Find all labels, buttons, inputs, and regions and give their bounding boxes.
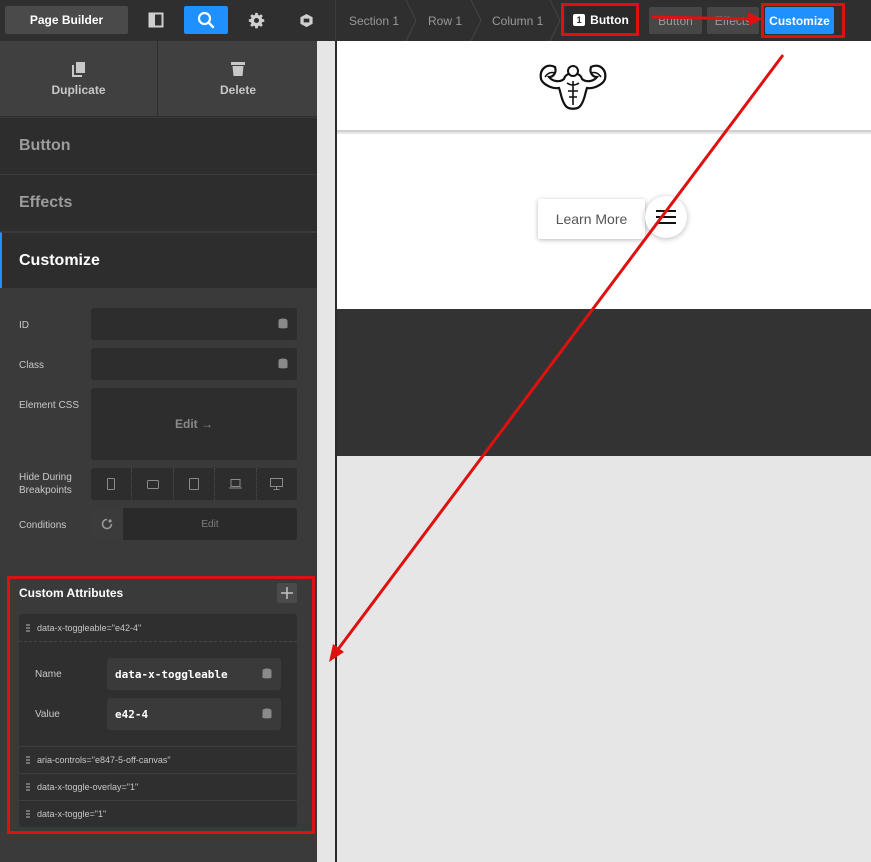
menu-toggle-button[interactable]: [645, 196, 687, 238]
duplicate-label: Duplicate: [51, 83, 106, 97]
add-attribute-button[interactable]: [277, 583, 297, 603]
delete-label: Delete: [219, 83, 257, 97]
breakpoint-sm-toggle[interactable]: [132, 468, 174, 500]
tab-button[interactable]: Button: [649, 7, 702, 34]
drag-handle-icon[interactable]: [26, 755, 30, 765]
conditions-label: Conditions: [19, 520, 67, 531]
drag-handle-icon[interactable]: [26, 809, 30, 819]
inspector-panel: Duplicate Delete Button Effects Customiz…: [0, 41, 317, 862]
preview-header: [337, 41, 871, 132]
attribute-row[interactable]: aria-controls="e847-5-off-canvas": [19, 746, 297, 773]
conditions-edit-button[interactable]: Edit: [123, 508, 297, 540]
breadcrumb-separator: [470, 0, 482, 41]
breadcrumb-button-label: Button: [590, 13, 629, 27]
breakpoint-lg-toggle[interactable]: [215, 468, 257, 500]
desktop-icon: [270, 478, 284, 490]
learn-more-button[interactable]: Learn More: [538, 199, 645, 239]
trash-icon: [231, 62, 245, 76]
duplicate-button[interactable]: Duplicate: [0, 41, 158, 117]
attribute-name-value: data-x-toggleable: [115, 667, 228, 681]
attribute-summary: data-x-toggle-overlay="1": [37, 782, 139, 792]
custom-attributes-title: Custom Attributes: [19, 586, 124, 600]
section-tab-button[interactable]: Button: [0, 118, 317, 174]
breakpoint-md-toggle[interactable]: [174, 468, 216, 500]
attribute-name-input[interactable]: data-x-toggleable: [107, 658, 281, 690]
breadcrumb-separator: [405, 0, 417, 41]
phone-landscape-icon: [146, 479, 159, 489]
toolbar-divider: [335, 0, 336, 41]
attribute-summary: aria-controls="e847-5-off-canvas": [37, 755, 171, 765]
attribute-row[interactable]: data-x-toggle="1": [19, 800, 297, 827]
breadcrumb-section[interactable]: Section 1: [349, 0, 399, 41]
attribute-row[interactable]: data-x-toggle-overlay="1": [19, 773, 297, 800]
layout-icon[interactable]: [134, 6, 178, 34]
breadcrumb-row[interactable]: Row 1: [428, 0, 462, 41]
page-preview: Learn More: [335, 41, 871, 862]
hide-breakpoints-label: Hide During Breakpoints: [19, 472, 72, 496]
element-number-badge: 1: [573, 14, 586, 26]
breadcrumb-button[interactable]: 1 Button: [566, 6, 636, 34]
database-icon[interactable]: [278, 318, 288, 330]
attribute-row[interactable]: data-x-toggleable="e42-4": [19, 614, 297, 641]
delete-button[interactable]: Delete: [159, 41, 317, 117]
breakpoint-xl-toggle[interactable]: [257, 468, 297, 500]
database-icon[interactable]: [262, 708, 272, 720]
element-css-edit-button[interactable]: Edit →: [91, 388, 297, 460]
attribute-editor: Name data-x-toggleable Value e42-4: [19, 641, 297, 746]
breakpoint-toggles: [91, 468, 297, 500]
attribute-value-value: e42-4: [115, 707, 149, 721]
top-toolbar: Page Builder Section 1 Row 1 Column 1 1 …: [0, 0, 871, 41]
conditions-field: Edit: [91, 508, 297, 540]
tab-effects[interactable]: Effects: [707, 7, 759, 34]
database-icon[interactable]: [278, 358, 288, 370]
section-tab-customize[interactable]: Customize: [0, 232, 317, 288]
class-field[interactable]: [91, 348, 297, 380]
bodybuilder-logo: [539, 64, 607, 110]
plus-icon: [281, 587, 293, 599]
drag-handle-icon[interactable]: [26, 623, 30, 632]
breadcrumb-column[interactable]: Column 1: [492, 0, 543, 41]
cornerstone-icon[interactable]: [284, 6, 328, 34]
laptop-icon: [228, 479, 242, 489]
search-icon[interactable]: [184, 6, 228, 34]
preview-dark-section: [337, 309, 871, 456]
id-label: ID: [19, 320, 29, 331]
phone-icon: [107, 478, 116, 490]
attribute-summary: data-x-toggle="1": [37, 809, 107, 819]
attribute-summary: data-x-toggleable="e42-4": [37, 622, 142, 633]
page-builder-button[interactable]: Page Builder: [5, 6, 128, 34]
breakpoint-xs-toggle[interactable]: [91, 468, 133, 500]
attribute-value-label: Value: [35, 709, 60, 720]
duplicate-icon: [71, 62, 85, 77]
attribute-value-input[interactable]: e42-4: [107, 698, 281, 730]
conditions-icon[interactable]: [91, 508, 123, 540]
tablet-icon: [189, 478, 200, 490]
tab-customize[interactable]: Customize: [765, 7, 834, 34]
breadcrumb-separator: [549, 0, 561, 41]
id-field[interactable]: [91, 308, 297, 340]
custom-attributes-list: data-x-toggleable="e42-4" Name data-x-to…: [19, 614, 297, 827]
attribute-name-label: Name: [35, 669, 62, 680]
drag-handle-icon[interactable]: [26, 782, 30, 792]
preview-hero-section: Learn More: [337, 134, 871, 309]
gear-icon[interactable]: [234, 6, 278, 34]
element-css-label: Element CSS: [19, 400, 80, 411]
panel-actions: Duplicate Delete: [0, 41, 317, 117]
database-icon[interactable]: [262, 668, 272, 680]
class-label: Class: [19, 360, 45, 371]
hamburger-icon: [656, 210, 676, 224]
section-tab-effects[interactable]: Effects: [0, 175, 317, 231]
